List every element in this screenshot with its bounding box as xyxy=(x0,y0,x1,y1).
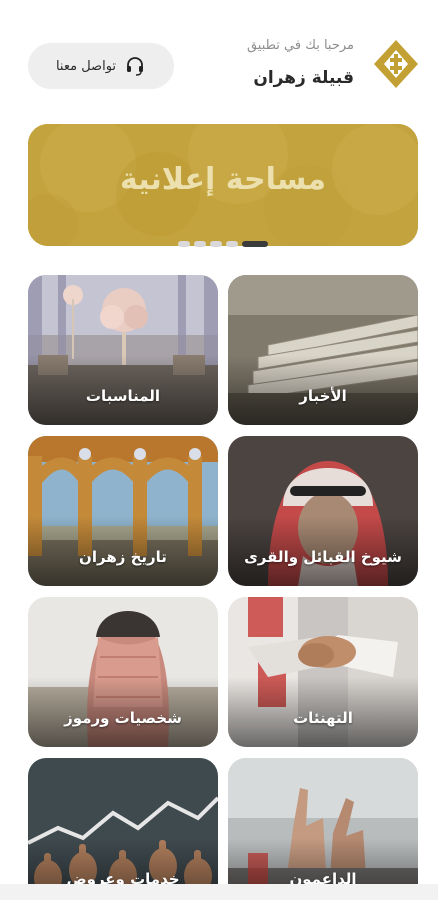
carousel-dot-active[interactable] xyxy=(242,241,268,247)
ad-banner[interactable]: مساحة إعلانية xyxy=(28,124,418,246)
banner-text: مساحة إعلانية xyxy=(120,162,326,197)
carousel-dot[interactable] xyxy=(210,241,222,247)
tile-label: تاريخ زهران xyxy=(79,548,167,566)
tile-supporters[interactable]: الداعمون xyxy=(228,758,418,900)
carousel-indicator[interactable] xyxy=(178,241,268,247)
contact-us-button[interactable]: تواصل معنا xyxy=(28,43,174,89)
app-name: قبيلة زهران xyxy=(253,68,354,88)
tile-label: المناسبات xyxy=(85,387,161,405)
tile-tribal-sheikhs[interactable]: شيوخ القبائل والقرى xyxy=(228,436,418,586)
app-header: مرحبا بك في تطبيق قبيلة زهران تواصل معنا xyxy=(0,0,438,110)
tile-label: الأخبار xyxy=(299,387,347,405)
tile-zahran-history[interactable]: تاريخ زهران xyxy=(28,436,218,586)
tile-events[interactable]: المناسبات xyxy=(28,275,218,425)
tile-personalities[interactable]: شخصيات ورموز xyxy=(28,597,218,747)
carousel-dot[interactable] xyxy=(178,241,190,247)
tile-label: التهنئات xyxy=(293,709,353,727)
tile-services-offers[interactable]: خدمات وعروض xyxy=(28,758,218,900)
carousel-dot[interactable] xyxy=(194,241,206,247)
tile-label: شخصيات ورموز xyxy=(64,709,182,727)
bottom-edge xyxy=(0,884,438,900)
contact-us-label: تواصل معنا xyxy=(55,58,117,74)
tile-news[interactable]: الأخبار xyxy=(228,275,418,425)
tile-congratulations[interactable]: التهنئات xyxy=(228,597,418,747)
carousel-dot[interactable] xyxy=(226,241,238,247)
welcome-text: مرحبا بك في تطبيق xyxy=(246,38,354,53)
zahran-logo-icon xyxy=(374,40,418,88)
headset-icon xyxy=(124,55,146,77)
tile-label: شيوخ القبائل والقرى xyxy=(244,548,402,566)
